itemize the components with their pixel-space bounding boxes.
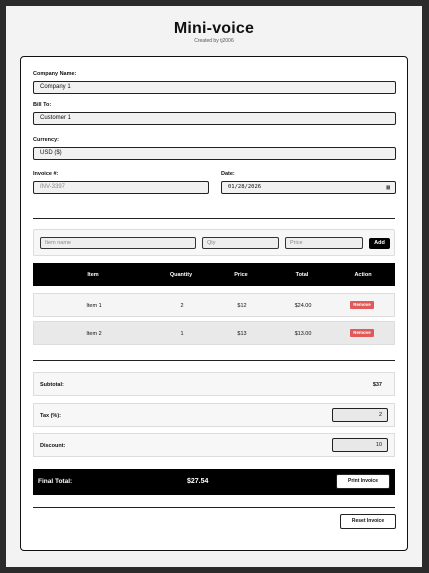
add-item-button[interactable]: Add [369,238,390,249]
divider [33,360,395,361]
remove-button[interactable]: Remove [350,329,374,337]
column-header: Action [354,272,372,278]
subtotal-value: $37 [372,382,382,388]
divider [33,218,395,219]
date-label: Date: [221,171,235,177]
row-total: $24.00 [294,303,312,309]
item-name-input[interactable]: Item name [40,237,196,249]
page-title: Mini-voice [173,20,255,37]
row-item: Item 1 [86,303,102,309]
row-qty: 1 [180,331,184,337]
invoice-number-label: Invoice #: [33,171,59,177]
item-price-input[interactable]: Price [285,237,363,249]
reset-invoice-button[interactable]: Reset Invoice [340,514,396,529]
tax-label: Tax (%): [40,413,61,419]
final-total-label: Final Total: [38,478,73,485]
invoice-number-input[interactable]: INV-3397 [33,181,209,194]
column-header: Item [87,272,99,278]
invoice-card: Company Name: Company 1 Bill To: Custome… [20,56,408,551]
discount-box: Discount: 10 [33,433,395,457]
final-total-value: $27.54 [187,478,209,485]
page-subtitle: Created by tj2006 [194,38,234,44]
currency-value: USD ($) [40,150,62,156]
table-row: Item 2 1 $13 $13.00 Remove [33,321,395,345]
subtotal-box: Subtotal: $37 [33,372,395,396]
row-price: $12 [237,303,247,309]
app-window: Mini-voice Created by tj2006 Company Nam… [6,6,422,567]
tax-input[interactable]: 2 [332,408,388,422]
column-header: Price [234,272,248,278]
bill-to-input[interactable]: Customer 1 [33,112,396,125]
subtotal-label: Subtotal: [40,382,64,388]
discount-label: Discount: [40,443,66,449]
row-item: Item 2 [86,331,102,337]
row-price: $13 [237,331,247,337]
add-item-row: Item name Qty Price Add [33,229,395,256]
date-input[interactable]: 01/28/2026 ▦ [221,181,396,194]
company-value: Company 1 [40,84,71,90]
calendar-icon[interactable]: ▦ [386,182,390,193]
discount-input[interactable]: 10 [332,438,388,452]
remove-button[interactable]: Remove [350,301,374,309]
column-header: Total [295,272,309,278]
company-input[interactable]: Company 1 [33,81,396,94]
items-table-header: Item Quantity Price Total Action [33,263,395,286]
print-invoice-button[interactable]: Print Invoice [336,474,390,489]
tax-box: Tax (%): 2 [33,403,395,427]
row-total: $13.00 [294,331,312,337]
item-qty-input[interactable]: Qty [202,237,279,249]
row-qty: 2 [180,303,184,309]
table-row: Item 1 2 $12 $24.00 Remove [33,293,395,317]
column-header: Quantity [169,272,193,278]
company-label: Company Name: [33,71,77,77]
currency-label: Currency: [33,137,59,143]
bill-to-label: Bill To: [33,102,52,108]
currency-select[interactable]: USD ($) [33,147,396,160]
divider [33,507,395,508]
final-total-bar: Final Total: $27.54 Print Invoice [33,469,395,495]
date-value: 01/28/2026 [228,184,262,190]
invoice-number-placeholder: INV-3397 [40,184,66,190]
bill-to-value: Customer 1 [40,115,72,121]
